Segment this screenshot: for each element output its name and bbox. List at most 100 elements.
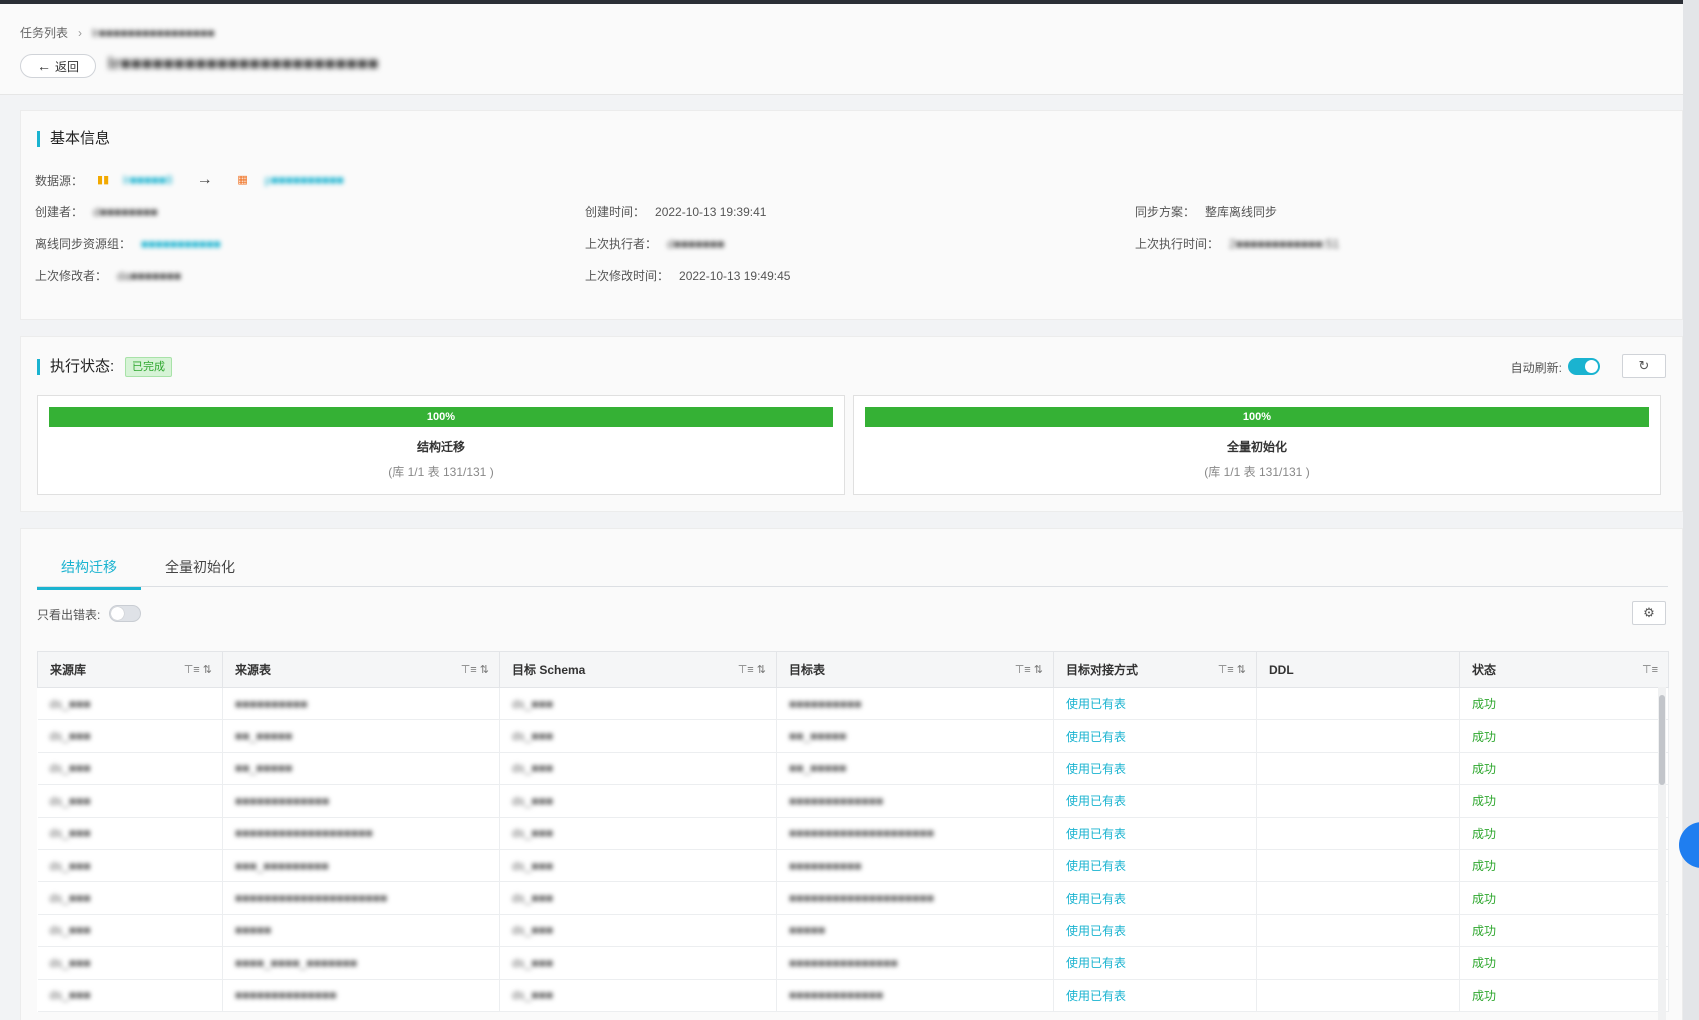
column-title: 目标表 <box>789 663 826 677</box>
ddl-cell <box>1256 719 1460 753</box>
source-db-cell: ds_■■■ <box>37 817 223 850</box>
source-table-cell: ■■■■■ <box>222 914 500 948</box>
chevron-right-icon: › <box>78 25 83 40</box>
table-row[interactable]: ds_■■■ ■■■■■■■■■■■■■■■■■■■■■ ds_■■■ ■■■■■■■… <box>37 881 1669 915</box>
filter-icon[interactable]: ⊤≡ <box>1642 663 1658 676</box>
sync-plan-label: 同步方案： <box>1135 205 1196 219</box>
status-cell: 成功 <box>1459 719 1669 753</box>
tab-full-init[interactable]: 全量初始化 <box>165 557 235 589</box>
filter-sort-icon[interactable]: ⊤≡ ⇅ <box>738 663 766 676</box>
source-db-cell: ds_■■■ <box>37 946 223 980</box>
column-title: 来源库 <box>50 663 87 677</box>
target-mode-cell[interactable]: 使用已有表 <box>1053 817 1257 850</box>
basic-info-card: 基本信息 数据源： ▮▮ lr■■■■■8 → ▦ p■■■■■■■■■■ 创建… <box>20 110 1683 320</box>
tab-structure-migration[interactable]: 结构迁移 <box>37 557 141 590</box>
creator-row: 创建者： d■■■■■■■■ <box>35 203 158 220</box>
toggle-knob <box>1585 360 1598 373</box>
column-header: 来源库 ⊤≡ ⇅ <box>37 651 223 688</box>
breadcrumb: 任务列表 › lr■■■■■■■■■■■■■■■■ <box>20 24 215 41</box>
target-table-cell: ■■■■■■■■■■■■■ <box>776 979 1054 1012</box>
source-db-cell: ds_■■■ <box>37 849 223 883</box>
settings-button[interactable]: ⚙ <box>1632 601 1666 625</box>
column-title: DDL <box>1269 662 1294 677</box>
errors-only-toggle[interactable] <box>109 605 141 622</box>
source-db-cell: ds_■■■ <box>37 979 223 1012</box>
target-mode-cell[interactable]: 使用已有表 <box>1053 784 1257 818</box>
target-table-cell: ■■_■■■■■ <box>776 752 1054 786</box>
table-row[interactable]: ds_■■■ ■■■■■■■■■■■■■ ds_■■■ ■■■■■■■■■■■■■ 使用… <box>37 784 1669 818</box>
ddl-cell <box>1256 979 1460 1012</box>
tab-bar: 结构迁移 全量初始化 <box>37 529 1668 590</box>
sync-plan-row: 同步方案： 整库离线同步 <box>1135 203 1277 220</box>
table-row[interactable]: ds_■■■ ■■■■■■■■■■ ds_■■■ ■■■■■■■■■■ 使用已有表 成功 <box>37 687 1669 721</box>
execution-status-card: 执行状态: 已完成 自动刷新: ↻ 100% 结构迁移 (库 1/1 表 131… <box>20 336 1683 512</box>
ddl-cell <box>1256 849 1460 883</box>
filter-sort-icon[interactable]: ⊤≡ ⇅ <box>1218 663 1246 676</box>
filter-sort-icon[interactable]: ⊤≡ ⇅ <box>461 663 489 676</box>
status-cell: 成功 <box>1459 881 1669 915</box>
target-mode-cell[interactable]: 使用已有表 <box>1053 946 1257 980</box>
target-schema-cell: ds_■■■ <box>499 687 777 721</box>
table-row[interactable]: ds_■■■ ■■■_■■■■■■■■■ ds_■■■ ■■■■■■■■■■ 使用已有表… <box>37 849 1669 883</box>
last-modified-time-value: 2022-10-13 19:49:45 <box>679 268 791 283</box>
target-table-cell: ■■■■■■■■■■ <box>776 849 1054 883</box>
last-modified-time-label: 上次修改时间： <box>585 269 670 283</box>
status-cell: 成功 <box>1459 817 1669 850</box>
target-table-cell: ■■■■■■■■■■■■■■■■■■■■ <box>776 817 1054 850</box>
last-executor-label: 上次执行者： <box>585 237 658 251</box>
target-schema-cell: ds_■■■ <box>499 881 777 915</box>
detail-card: 结构迁移 全量初始化 只看出错表: ⚙ 来源库 ⊤≡ ⇅ 来源表 ⊤≡ ⇅ 目标 S… <box>20 528 1683 1020</box>
breadcrumb-current: lr■■■■■■■■■■■■■■■■ <box>92 25 215 40</box>
target-mode-cell[interactable]: 使用已有表 <box>1053 752 1257 786</box>
resource-group-link[interactable]: ■■■■■■■■■■■ <box>141 237 221 251</box>
creator-value: d■■■■■■■■ <box>93 204 158 219</box>
table-scrollbar[interactable] <box>1658 687 1666 1020</box>
progress-name: 结构迁移 <box>416 440 465 454</box>
column-header: 状态 ⊤≡ <box>1459 651 1669 688</box>
filter-sort-icon[interactable]: ⊤≡ ⇅ <box>184 663 212 676</box>
table-row[interactable]: ds_■■■ ■■_■■■■■ ds_■■■ ■■_■■■■■ 使用已有表 成功 <box>37 752 1669 786</box>
last-modified-time-row: 上次修改时间： 2022-10-13 19:49:45 <box>585 267 790 284</box>
progress-detail: (库 1/1 表 131/131 ) <box>388 465 494 479</box>
auto-refresh-toggle[interactable] <box>1568 358 1600 375</box>
last-exec-time-value: 2■■■■■■■■■■■■:51 <box>1229 236 1340 251</box>
back-button[interactable]: ← 返回 <box>20 54 96 78</box>
target-schema-cell: ds_■■■ <box>499 784 777 818</box>
table-row[interactable]: ds_■■■ ■■■■■■■■■■■■■■ ds_■■■ ■■■■■■■■■■■■■ 使… <box>37 979 1669 1012</box>
table-row[interactable]: ds_■■■ ■■■■■■■■■■■■■■■■■■■ ds_■■■ ■■■■■■■■■… <box>37 817 1669 850</box>
target-table-cell: ■■_■■■■■ <box>776 719 1054 753</box>
source-db-cell: ds_■■■ <box>37 752 223 786</box>
target-mode-cell[interactable]: 使用已有表 <box>1053 687 1257 721</box>
arrow-right-icon: → <box>196 171 213 188</box>
create-time-row: 创建时间： 2022-10-13 19:39:41 <box>585 203 766 220</box>
ddl-cell <box>1256 914 1460 948</box>
progress-bar: 100% <box>865 407 1649 427</box>
ddl-cell <box>1256 687 1460 721</box>
gear-icon: ⚙ <box>1643 605 1655 620</box>
filter-sort-icon[interactable]: ⊤≡ ⇅ <box>1015 663 1043 676</box>
breadcrumb-root[interactable]: 任务列表 <box>20 24 68 41</box>
scrollbar-thumb[interactable] <box>1659 695 1665 785</box>
target-table-cell: ■■■■■■■■■■ <box>776 687 1054 721</box>
source-datasource-link[interactable]: lr■■■■■8 <box>123 173 173 187</box>
target-mode-cell[interactable]: 使用已有表 <box>1053 979 1257 1012</box>
status-cell: 成功 <box>1459 687 1669 721</box>
status-cell: 成功 <box>1459 946 1669 980</box>
target-mode-cell[interactable]: 使用已有表 <box>1053 849 1257 883</box>
table-row[interactable]: ds_■■■ ■■■■_■■■■_■■■■■■■ ds_■■■ ■■■■■■■■■■■… <box>37 946 1669 980</box>
table-row[interactable]: ds_■■■ ■■■■■ ds_■■■ ■■■■■ 使用已有表 成功 <box>37 914 1669 948</box>
column-header: DDL <box>1256 651 1460 688</box>
database-icon: ▦ <box>237 174 248 186</box>
ddl-cell <box>1256 817 1460 850</box>
table-row[interactable]: ds_■■■ ■■_■■■■■ ds_■■■ ■■_■■■■■ 使用已有表 成功 <box>37 719 1669 753</box>
column-title: 状态 <box>1472 663 1497 677</box>
target-mode-cell[interactable]: 使用已有表 <box>1053 914 1257 948</box>
target-mode-cell[interactable]: 使用已有表 <box>1053 719 1257 753</box>
target-datasource-link[interactable]: p■■■■■■■■■■ <box>265 173 344 187</box>
refresh-button[interactable]: ↻ <box>1622 354 1666 378</box>
section-title: 基本信息 <box>37 131 110 147</box>
target-mode-cell[interactable]: 使用已有表 <box>1053 881 1257 915</box>
status-badge: 已完成 <box>125 357 172 377</box>
page-header: 任务列表 › lr■■■■■■■■■■■■■■■■ ← 返回 lr■■■■■■■… <box>0 4 1683 95</box>
status-cell: 成功 <box>1459 752 1669 786</box>
